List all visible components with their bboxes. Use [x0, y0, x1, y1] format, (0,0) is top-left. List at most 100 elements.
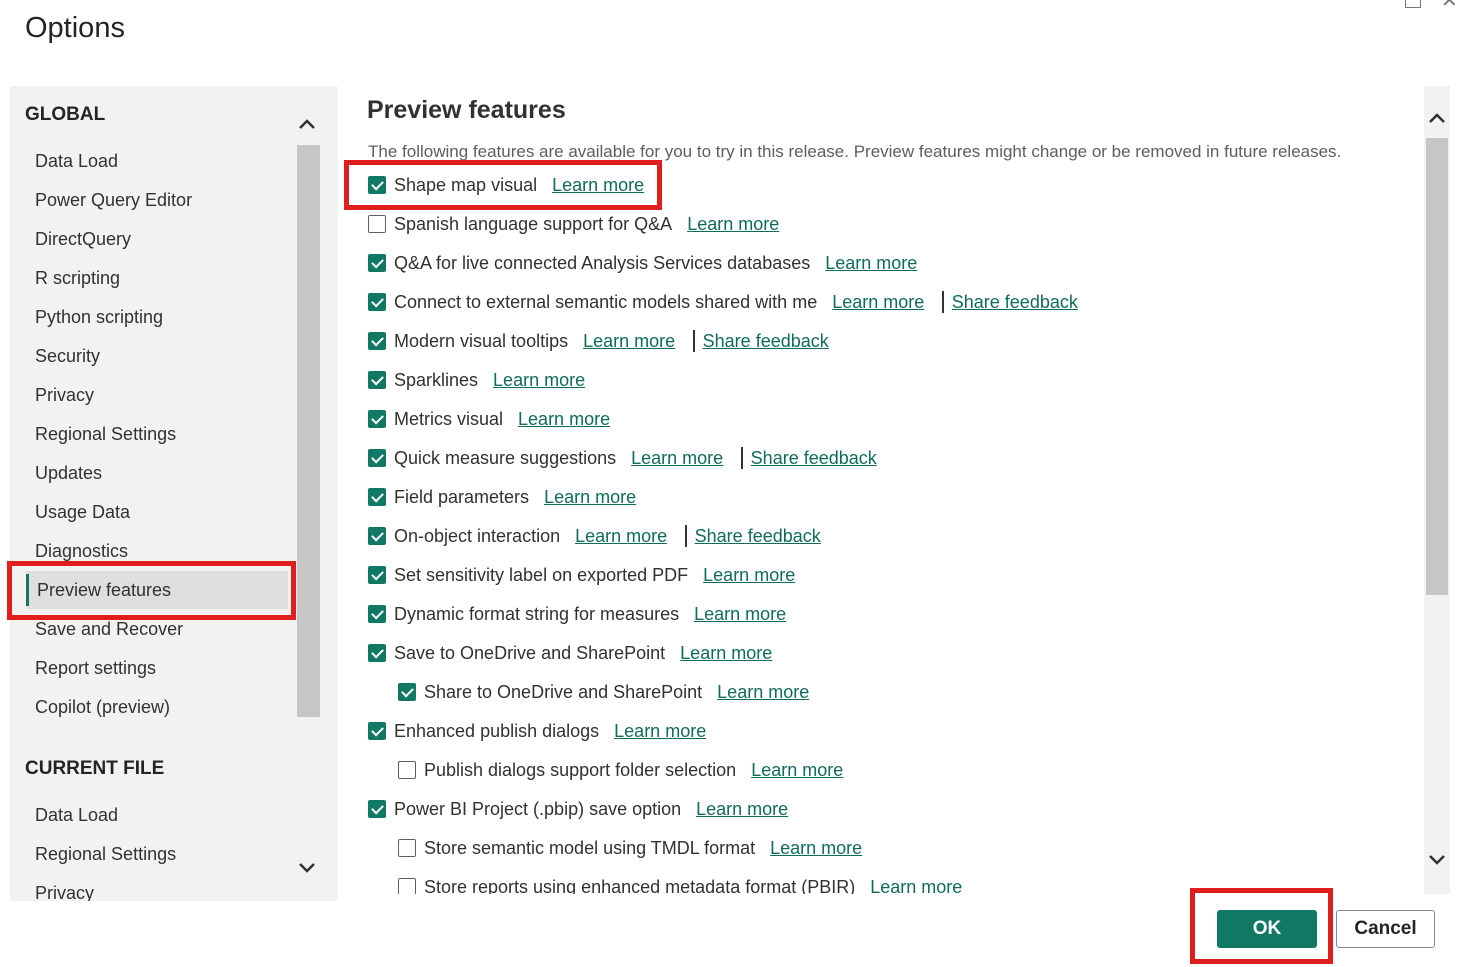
nav-item-save-and-recover[interactable]: Save and Recover: [35, 618, 183, 640]
close-icon[interactable]: ✕: [1441, 0, 1458, 11]
nav-item-r-scripting[interactable]: R scripting: [35, 267, 120, 289]
nav-item-privacy[interactable]: Privacy: [35, 384, 94, 406]
nav-item-copilot-preview[interactable]: Copilot (preview): [35, 696, 170, 718]
learn-more-link[interactable]: Learn more: [544, 487, 636, 508]
feature-row: On-object interaction Learn more Share fee…: [368, 525, 821, 547]
learn-more-link[interactable]: Learn more: [552, 175, 644, 196]
feature-label[interactable]: Publish dialogs support folder selection: [424, 760, 736, 781]
learn-more-link[interactable]: Learn more: [825, 253, 917, 274]
nav-scroll-up-icon[interactable]: [297, 114, 317, 134]
learn-more-link[interactable]: Learn more: [614, 721, 706, 742]
feature-row: Enhanced publish dialogs Learn more: [368, 720, 706, 742]
share-feedback-link[interactable]: Share feedback: [952, 292, 1078, 313]
feature-label[interactable]: Share to OneDrive and SharePoint: [424, 682, 702, 703]
feature-checkbox[interactable]: [398, 839, 416, 857]
content-scrollbar-thumb[interactable]: [1426, 138, 1448, 595]
learn-more-link[interactable]: Learn more: [751, 760, 843, 781]
feature-label[interactable]: Set sensitivity label on exported PDF: [394, 565, 688, 586]
feature-checkbox[interactable]: [368, 488, 386, 506]
feature-row: Shape map visual Learn more: [368, 174, 644, 196]
nav-item-directquery[interactable]: DirectQuery: [35, 228, 131, 250]
learn-more-link[interactable]: Learn more: [575, 526, 667, 547]
feature-checkbox[interactable]: [368, 644, 386, 662]
feature-checkbox[interactable]: [368, 605, 386, 623]
feature-label[interactable]: Modern visual tooltips: [394, 331, 568, 352]
nav-scroll-down-icon[interactable]: [297, 858, 317, 878]
learn-more-link[interactable]: Learn more: [687, 214, 779, 235]
learn-more-link[interactable]: Learn more: [583, 331, 675, 352]
ok-button[interactable]: OK: [1217, 910, 1317, 948]
feature-checkbox[interactable]: [368, 800, 386, 818]
learn-more-link[interactable]: Learn more: [680, 643, 772, 664]
learn-more-link[interactable]: Learn more: [832, 292, 924, 313]
nav-item-preview-features[interactable]: Preview features: [26, 571, 288, 609]
content-scroll-up-icon[interactable]: [1427, 108, 1447, 128]
feature-label[interactable]: Store semantic model using TMDL format: [424, 838, 755, 859]
feature-label[interactable]: Connect to external semantic models shar…: [394, 292, 817, 313]
feature-checkbox[interactable]: [368, 371, 386, 389]
window-controls: ✕: [1387, 0, 1467, 16]
learn-more-link[interactable]: Learn more: [493, 370, 585, 391]
feature-checkbox[interactable]: [398, 761, 416, 779]
nav-item-usage-data[interactable]: Usage Data: [35, 501, 130, 523]
maximize-icon[interactable]: [1405, 0, 1421, 8]
feature-label[interactable]: Sparklines: [394, 370, 478, 391]
share-feedback-link[interactable]: Share feedback: [751, 448, 877, 469]
nav-item-current-file-data-load[interactable]: Data Load: [35, 804, 118, 826]
nav-item-current-file-regional-settings[interactable]: Regional Settings: [35, 843, 176, 865]
feature-checkbox[interactable]: [368, 566, 386, 584]
section-description: The following features are available for…: [368, 142, 1342, 161]
nav-item-diagnostics[interactable]: Diagnostics: [35, 540, 128, 562]
feature-label[interactable]: Save to OneDrive and SharePoint: [394, 643, 665, 664]
nav-item-data-load[interactable]: Data Load: [35, 150, 118, 172]
share-feedback-link[interactable]: Share feedback: [703, 331, 829, 352]
feature-checkbox[interactable]: [368, 332, 386, 350]
learn-more-link[interactable]: Learn more: [694, 604, 786, 625]
feature-label[interactable]: Store reports using enhanced metadata fo…: [424, 877, 855, 895]
learn-more-link[interactable]: Learn more: [696, 799, 788, 820]
feature-checkbox[interactable]: [368, 293, 386, 311]
feature-checkbox[interactable]: [368, 254, 386, 272]
feature-label[interactable]: Dynamic format string for measures: [394, 604, 679, 625]
feature-label[interactable]: Quick measure suggestions: [394, 448, 616, 469]
feature-checkbox[interactable]: [368, 722, 386, 740]
learn-more-link[interactable]: Learn more: [870, 877, 962, 895]
learn-more-link[interactable]: Learn more: [770, 838, 862, 859]
nav-item-updates[interactable]: Updates: [35, 462, 102, 484]
content-scroll-down-icon[interactable]: [1427, 850, 1447, 870]
nav-item-regional-settings[interactable]: Regional Settings: [35, 423, 176, 445]
learn-more-link[interactable]: Learn more: [717, 682, 809, 703]
nav-item-report-settings[interactable]: Report settings: [35, 657, 156, 679]
feature-label[interactable]: Spanish language support for Q&A: [394, 214, 672, 235]
nav-item-security[interactable]: Security: [35, 345, 100, 367]
nav-item-power-query-editor[interactable]: Power Query Editor: [35, 189, 192, 211]
feature-row: Q&A for live connected Analysis Services…: [368, 252, 917, 274]
nav-header-global: GLOBAL: [25, 104, 106, 125]
link-separator: [741, 447, 743, 469]
feature-checkbox[interactable]: [368, 410, 386, 428]
learn-more-link[interactable]: Learn more: [631, 448, 723, 469]
feature-label[interactable]: Power BI Project (.pbip) save option: [394, 799, 681, 820]
feature-label[interactable]: Enhanced publish dialogs: [394, 721, 599, 742]
feature-row: Store semantic model using TMDL format Le…: [398, 837, 862, 859]
feature-label[interactable]: Q&A for live connected Analysis Services…: [394, 253, 810, 274]
nav-item-python-scripting[interactable]: Python scripting: [35, 306, 163, 328]
feature-checkbox[interactable]: [368, 449, 386, 467]
nav-scrollbar-thumb[interactable]: [297, 145, 320, 717]
nav-item-current-file-privacy[interactable]: Privacy: [35, 882, 94, 901]
feature-checkbox[interactable]: [368, 527, 386, 545]
content-scrollbar[interactable]: [1424, 86, 1450, 894]
learn-more-link[interactable]: Learn more: [703, 565, 795, 586]
feature-checkbox[interactable]: [398, 683, 416, 701]
feature-label[interactable]: On-object interaction: [394, 526, 560, 547]
feature-label[interactable]: Shape map visual: [394, 175, 537, 196]
feature-label[interactable]: Metrics visual: [394, 409, 503, 430]
feature-checkbox[interactable]: [368, 176, 386, 194]
cancel-button[interactable]: Cancel: [1336, 910, 1435, 948]
feature-checkbox[interactable]: [398, 878, 416, 894]
feature-checkbox[interactable]: [368, 215, 386, 233]
link-separator: [685, 525, 687, 547]
feature-label[interactable]: Field parameters: [394, 487, 529, 508]
share-feedback-link[interactable]: Share feedback: [695, 526, 821, 547]
learn-more-link[interactable]: Learn more: [518, 409, 610, 430]
